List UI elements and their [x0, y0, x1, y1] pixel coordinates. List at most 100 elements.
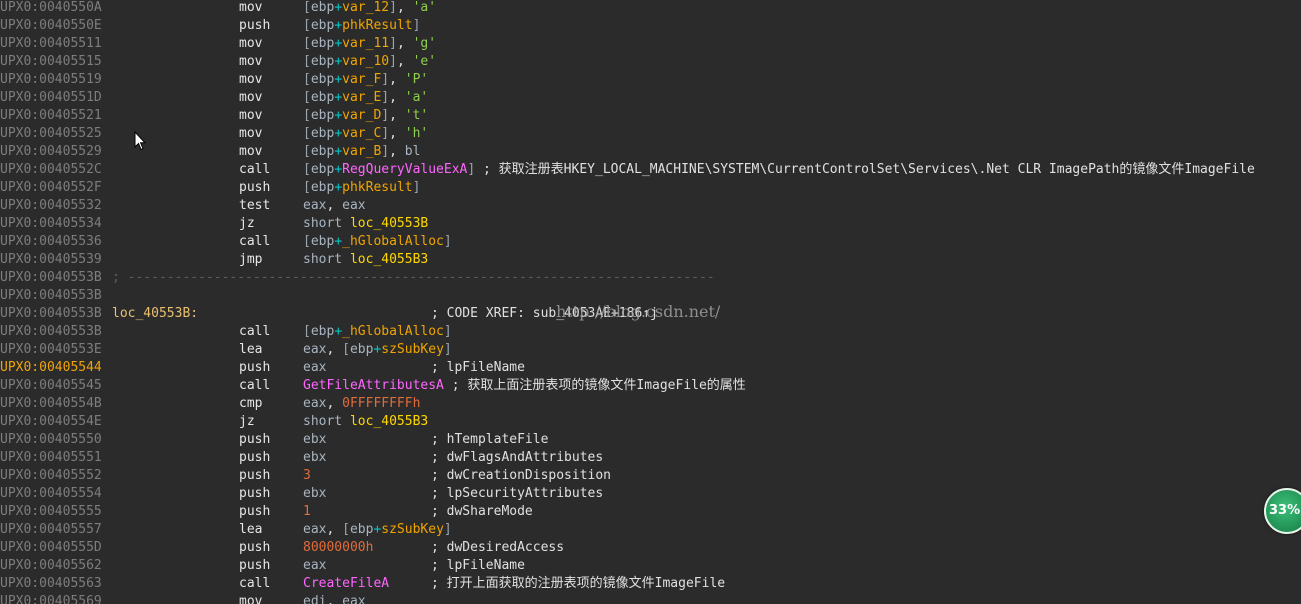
code-line[interactable]: UPX0:0040551D mov [ebp+var_E], 'a'	[0, 89, 1301, 107]
code-line[interactable]: UPX0:00405563 call CreateFileA ; 打开上面获取的注册表…	[0, 575, 1301, 593]
operand-variable[interactable]: phkResult	[342, 180, 412, 195]
code-line[interactable]: UPX0:00405519 mov [ebp+var_F], 'P'	[0, 71, 1301, 89]
operand-register: ebp	[349, 522, 374, 537]
operand-variable[interactable]: _hGlobalAlloc	[342, 234, 444, 249]
operand-separator: ,	[326, 396, 343, 411]
operand-bracket: ]	[389, 54, 397, 69]
operand-variable[interactable]: var_10	[342, 54, 389, 69]
operand-operator: +	[334, 108, 343, 123]
operand-variable[interactable]: var_B	[342, 144, 381, 159]
operand-api-name[interactable]: GetFileAttributesA	[303, 378, 444, 393]
line-comment: ; lpFileName	[431, 360, 525, 375]
line-address: UPX0:00405534	[0, 216, 102, 231]
code-line[interactable]: UPX0:0040552F push [ebp+phkResult]	[0, 179, 1301, 197]
line-address: UPX0:00405529	[0, 144, 102, 159]
instruction-mnemonic: push	[239, 450, 271, 465]
operand-bracket: ]	[389, 36, 397, 51]
code-line[interactable]: UPX0:00405534 jz short loc_40553B	[0, 215, 1301, 233]
code-line[interactable]: UPX0:00405555 push 1 ; dwShareMode	[0, 503, 1301, 521]
instruction-mnemonic: call	[239, 378, 271, 393]
line-address: UPX0:00405551	[0, 450, 102, 465]
code-line[interactable]: UPX0:00405557 lea eax, [ebp+szSubKey]	[0, 521, 1301, 539]
operand-api-name[interactable]: RegQueryValueExA	[342, 162, 467, 177]
operand-location[interactable]: loc_40553B	[350, 216, 428, 231]
instruction-operands: short loc_40553B	[303, 215, 428, 233]
code-line[interactable]: UPX0:00405552 push 3 ; dwCreationDispositio…	[0, 467, 1301, 485]
code-line[interactable]: UPX0:0040553E lea eax, [ebp+szSubKey]	[0, 341, 1301, 359]
code-line[interactable]: UPX0:00405521 mov [ebp+var_D], 't'	[0, 107, 1301, 125]
code-line[interactable]: UPX0:0040552C call [ebp+RegQueryValueExA] …	[0, 161, 1301, 179]
operand-api-name[interactable]: CreateFileA	[303, 576, 389, 591]
operand-register: ebx	[303, 486, 327, 501]
instruction-operands: [ebp+var_11], 'g'	[303, 35, 436, 53]
operand-variable[interactable]: var_11	[342, 36, 389, 51]
instruction-mnemonic: mov	[239, 594, 263, 604]
code-line[interactable]: UPX0:0040554B cmp eax, 0FFFFFFFFh	[0, 395, 1301, 413]
operand-variable[interactable]: var_D	[342, 108, 381, 123]
code-line[interactable]: UPX0:00405539 jmp short loc_4055B3	[0, 251, 1301, 269]
disassembly-view[interactable]: UPX0:0040550A mov [ebp+var_12], 'a' UPX0:00…	[0, 0, 1301, 604]
operand-register: short	[303, 252, 350, 267]
code-label[interactable]: loc_40553B:	[112, 305, 198, 323]
operand-separator: ,	[389, 108, 405, 123]
line-address: UPX0:0040553B	[0, 324, 102, 339]
code-line[interactable]: UPX0:00405562 push eax ; lpFileName	[0, 557, 1301, 575]
code-line[interactable]: UPX0:00405529 mov [ebp+var_B], bl	[0, 143, 1301, 161]
operand-operator: +	[334, 18, 343, 33]
code-line[interactable]: UPX0:00405569 mov edi, eax	[0, 593, 1301, 604]
code-line[interactable]: UPX0:00405554 push ebx ; lpSecurityAttribut…	[0, 485, 1301, 503]
code-line[interactable]: UPX0:0040553B ; -------------------------…	[0, 269, 1301, 287]
line-address: UPX0:00405562	[0, 558, 102, 573]
operand-register: short	[303, 216, 350, 231]
operand-location[interactable]: loc_4055B3	[350, 414, 428, 429]
operand-separator: ,	[326, 342, 343, 357]
code-line[interactable]: UPX0:0040553B	[0, 287, 1301, 305]
operand-string: 'a'	[404, 90, 429, 105]
code-line[interactable]: UPX0:0040550A mov [ebp+var_12], 'a'	[0, 0, 1301, 17]
instruction-mnemonic: jz	[239, 414, 255, 429]
operand-variable[interactable]: var_E	[342, 90, 381, 105]
code-line[interactable]: UPX0:0040554E jz short loc_4055B3	[0, 413, 1301, 431]
operand-location[interactable]: loc_4055B3	[350, 252, 428, 267]
code-line[interactable]: UPX0:00405550 push ebx ; hTemplateFile	[0, 431, 1301, 449]
operand-variable[interactable]: var_C	[342, 126, 381, 141]
instruction-mnemonic: lea	[239, 342, 263, 357]
code-line[interactable]: UPX0:00405544 push eax ; lpFileName	[0, 359, 1301, 377]
operand-separator: ,	[326, 522, 343, 537]
code-line[interactable]: UPX0:0040555D push 80000000h ; dwDesiredAcc…	[0, 539, 1301, 557]
code-line[interactable]: UPX0:00405515 mov [ebp+var_10], 'e'	[0, 53, 1301, 71]
line-address: UPX0:00405519	[0, 72, 102, 87]
operand-variable[interactable]: phkResult	[342, 18, 412, 33]
operand-register: ebp	[349, 342, 374, 357]
code-line[interactable]: UPX0:00405551 push ebx ; dwFlagsAndAttribut…	[0, 449, 1301, 467]
code-line[interactable]: UPX0:0040553B loc_40553B: ; CODE XREF: sub…	[0, 305, 1301, 323]
code-line[interactable]: UPX0:0040553B call [ebp+_hGlobalAlloc]	[0, 323, 1301, 341]
operand-register: ebp	[310, 90, 335, 105]
operand-register: edi	[303, 594, 327, 604]
instruction-operands: eax, [ebp+szSubKey]	[303, 341, 452, 359]
operand-separator: ,	[396, 0, 413, 15]
operand-bracket: [	[303, 180, 311, 195]
operand-variable[interactable]: _hGlobalAlloc	[342, 324, 444, 339]
operand-variable[interactable]: szSubKey	[381, 342, 444, 357]
code-line[interactable]: UPX0:00405532 test eax, eax	[0, 197, 1301, 215]
operand-variable[interactable]: szSubKey	[381, 522, 444, 537]
operand-register: eax	[303, 522, 327, 537]
code-line[interactable]: UPX0:00405525 mov [ebp+var_C], 'h'	[0, 125, 1301, 143]
code-line[interactable]: UPX0:00405511 mov [ebp+var_11], 'g'	[0, 35, 1301, 53]
line-comment: ; dwFlagsAndAttributes	[431, 450, 604, 465]
code-line[interactable]: UPX0:0040550E push [ebp+phkResult]	[0, 17, 1301, 35]
instruction-mnemonic: mov	[239, 144, 263, 159]
operand-register: ebp	[310, 126, 335, 141]
line-address: UPX0:00405525	[0, 126, 102, 141]
operand-operator: +	[334, 234, 343, 249]
code-line[interactable]: UPX0:00405545 call GetFileAttributesA ; 获取…	[0, 377, 1301, 395]
operand-register: eax	[342, 198, 366, 213]
operand-separator: ,	[326, 594, 343, 604]
code-line[interactable]: UPX0:00405536 call [ebp+_hGlobalAlloc]	[0, 233, 1301, 251]
operand-variable[interactable]: var_12	[342, 0, 389, 15]
operand-operator: +	[334, 324, 343, 339]
separator-comment: ; --------------------------------------…	[112, 270, 715, 285]
operand-string: 'P'	[404, 72, 429, 87]
operand-variable[interactable]: var_F	[342, 72, 381, 87]
